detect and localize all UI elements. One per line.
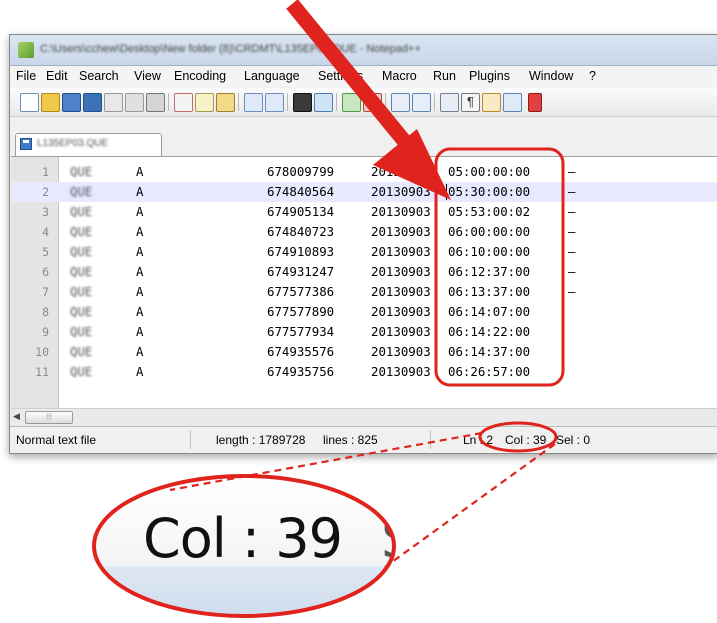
callout-line-top	[169, 431, 483, 492]
annotation-overlay	[92, 0, 565, 618]
zoom-ellipse-border	[92, 474, 396, 618]
highlight-time-column	[434, 147, 565, 387]
annotation-arrow-shaft	[286, 0, 416, 153]
callout-line-bottom	[384, 443, 556, 568]
highlight-col-status	[478, 421, 558, 453]
annotation-arrow-head	[373, 129, 451, 200]
